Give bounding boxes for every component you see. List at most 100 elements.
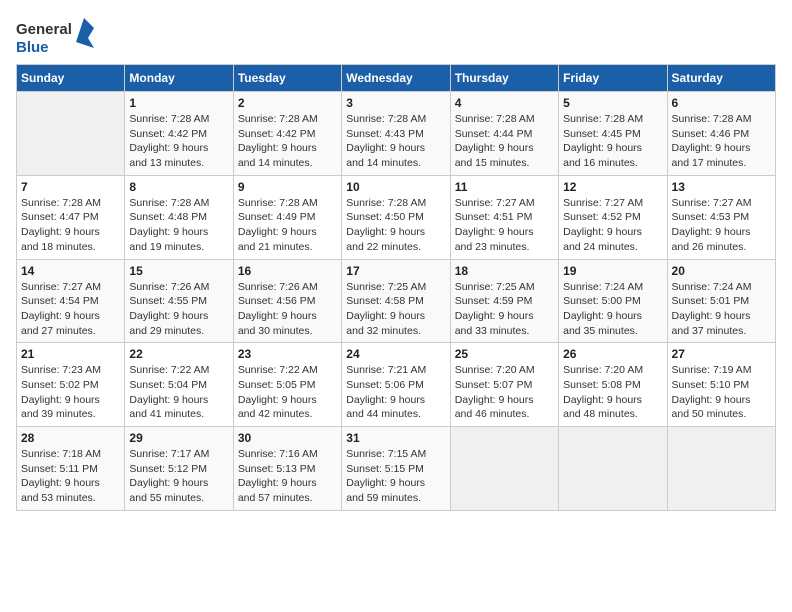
day-info: Sunrise: 7:28 AMSunset: 4:48 PMDaylight:… — [129, 196, 228, 255]
calendar-day — [450, 427, 558, 511]
day-number: 17 — [346, 264, 445, 278]
calendar-week-3: 14 Sunrise: 7:27 AMSunset: 4:54 PMDayligh… — [17, 259, 776, 343]
day-info: Sunrise: 7:28 AMSunset: 4:49 PMDaylight:… — [238, 196, 337, 255]
day-number: 16 — [238, 264, 337, 278]
logo: General Blue — [16, 16, 96, 56]
day-info: Sunrise: 7:20 AMSunset: 5:07 PMDaylight:… — [455, 363, 554, 422]
calendar-day — [667, 427, 775, 511]
header-saturday: Saturday — [667, 65, 775, 92]
svg-text:Blue: Blue — [16, 39, 49, 56]
calendar-day — [559, 427, 667, 511]
day-number: 26 — [563, 347, 662, 361]
day-info: Sunrise: 7:27 AMSunset: 4:51 PMDaylight:… — [455, 196, 554, 255]
day-info: Sunrise: 7:21 AMSunset: 5:06 PMDaylight:… — [346, 363, 445, 422]
header-tuesday: Tuesday — [233, 65, 341, 92]
day-number: 21 — [21, 347, 120, 361]
day-number: 7 — [21, 180, 120, 194]
calendar-day: 25 Sunrise: 7:20 AMSunset: 5:07 PMDayligh… — [450, 343, 558, 427]
calendar-day: 27 Sunrise: 7:19 AMSunset: 5:10 PMDayligh… — [667, 343, 775, 427]
calendar-day: 18 Sunrise: 7:25 AMSunset: 4:59 PMDayligh… — [450, 259, 558, 343]
day-number: 23 — [238, 347, 337, 361]
calendar-day: 30Sunrise: 7:16 AMSunset: 5:13 PMDayligh… — [233, 427, 341, 511]
day-number: 25 — [455, 347, 554, 361]
calendar-day: 10Sunrise: 7:28 AMSunset: 4:50 PMDayligh… — [342, 175, 450, 259]
header-wednesday: Wednesday — [342, 65, 450, 92]
calendar-day: 29Sunrise: 7:17 AMSunset: 5:12 PMDayligh… — [125, 427, 233, 511]
day-number: 2 — [238, 96, 337, 110]
day-number: 11 — [455, 180, 554, 194]
day-info: Sunrise: 7:27 AMSunset: 4:53 PMDaylight:… — [672, 196, 771, 255]
calendar-week-5: 28Sunrise: 7:18 AMSunset: 5:11 PMDayligh… — [17, 427, 776, 511]
calendar-day: 20 Sunrise: 7:24 AMSunset: 5:01 PMDayligh… — [667, 259, 775, 343]
calendar-week-2: 7 Sunrise: 7:28 AMSunset: 4:47 PMDaylight… — [17, 175, 776, 259]
logo-svg: General Blue — [16, 16, 96, 56]
calendar-day: 7 Sunrise: 7:28 AMSunset: 4:47 PMDaylight… — [17, 175, 125, 259]
calendar-day: 9 Sunrise: 7:28 AMSunset: 4:49 PMDaylight… — [233, 175, 341, 259]
calendar-day: 15Sunrise: 7:26 AMSunset: 4:55 PMDayligh… — [125, 259, 233, 343]
day-number: 12 — [563, 180, 662, 194]
day-info: Sunrise: 7:24 AMSunset: 5:01 PMDaylight:… — [672, 280, 771, 339]
day-info: Sunrise: 7:27 AMSunset: 4:54 PMDaylight:… — [21, 280, 120, 339]
calendar-week-1: 1Sunrise: 7:28 AMSunset: 4:42 PMDaylight… — [17, 92, 776, 176]
day-info: Sunrise: 7:23 AMSunset: 5:02 PMDaylight:… — [21, 363, 120, 422]
day-number: 24 — [346, 347, 445, 361]
calendar-day: 24 Sunrise: 7:21 AMSunset: 5:06 PMDayligh… — [342, 343, 450, 427]
calendar-day: 2 Sunrise: 7:28 AMSunset: 4:42 PMDaylight… — [233, 92, 341, 176]
day-number: 27 — [672, 347, 771, 361]
day-number: 9 — [238, 180, 337, 194]
day-info: Sunrise: 7:27 AMSunset: 4:52 PMDaylight:… — [563, 196, 662, 255]
calendar-day: 12 Sunrise: 7:27 AMSunset: 4:52 PMDayligh… — [559, 175, 667, 259]
svg-text:General: General — [16, 21, 72, 38]
calendar-week-4: 21 Sunrise: 7:23 AMSunset: 5:02 PMDayligh… — [17, 343, 776, 427]
day-info: Sunrise: 7:22 AMSunset: 5:05 PMDaylight:… — [238, 363, 337, 422]
calendar-day: 23 Sunrise: 7:22 AMSunset: 5:05 PMDayligh… — [233, 343, 341, 427]
calendar-day: 19Sunrise: 7:24 AMSunset: 5:00 PMDayligh… — [559, 259, 667, 343]
day-number: 8 — [129, 180, 228, 194]
day-info: Sunrise: 7:28 AMSunset: 4:42 PMDaylight:… — [238, 112, 337, 171]
day-info: Sunrise: 7:28 AMSunset: 4:46 PMDaylight:… — [672, 112, 771, 171]
calendar-day — [17, 92, 125, 176]
day-info: Sunrise: 7:25 AMSunset: 4:58 PMDaylight:… — [346, 280, 445, 339]
calendar-header-row: SundayMondayTuesdayWednesdayThursdayFrid… — [17, 65, 776, 92]
header-monday: Monday — [125, 65, 233, 92]
day-info: Sunrise: 7:16 AMSunset: 5:13 PMDaylight:… — [238, 447, 337, 506]
calendar-day: 17 Sunrise: 7:25 AMSunset: 4:58 PMDayligh… — [342, 259, 450, 343]
calendar-table: SundayMondayTuesdayWednesdayThursdayFrid… — [16, 64, 776, 511]
calendar-day: 21 Sunrise: 7:23 AMSunset: 5:02 PMDayligh… — [17, 343, 125, 427]
calendar-day: 4Sunrise: 7:28 AMSunset: 4:44 PMDaylight… — [450, 92, 558, 176]
calendar-day: 16Sunrise: 7:26 AMSunset: 4:56 PMDayligh… — [233, 259, 341, 343]
day-number: 15 — [129, 264, 228, 278]
calendar-day: 5Sunrise: 7:28 AMSunset: 4:45 PMDaylight… — [559, 92, 667, 176]
day-number: 28 — [21, 431, 120, 445]
day-info: Sunrise: 7:25 AMSunset: 4:59 PMDaylight:… — [455, 280, 554, 339]
day-info: Sunrise: 7:28 AMSunset: 4:47 PMDaylight:… — [21, 196, 120, 255]
calendar-day: 11 Sunrise: 7:27 AMSunset: 4:51 PMDayligh… — [450, 175, 558, 259]
day-number: 18 — [455, 264, 554, 278]
calendar-day: 13 Sunrise: 7:27 AMSunset: 4:53 PMDayligh… — [667, 175, 775, 259]
day-number: 13 — [672, 180, 771, 194]
day-number: 29 — [129, 431, 228, 445]
calendar-day: 3 Sunrise: 7:28 AMSunset: 4:43 PMDaylight… — [342, 92, 450, 176]
day-number: 19 — [563, 264, 662, 278]
day-info: Sunrise: 7:28 AMSunset: 4:44 PMDaylight:… — [455, 112, 554, 171]
day-number: 10 — [346, 180, 445, 194]
calendar-day: 14 Sunrise: 7:27 AMSunset: 4:54 PMDayligh… — [17, 259, 125, 343]
calendar-day: 6Sunrise: 7:28 AMSunset: 4:46 PMDaylight… — [667, 92, 775, 176]
calendar-day: 22 Sunrise: 7:22 AMSunset: 5:04 PMDayligh… — [125, 343, 233, 427]
calendar-day: 1Sunrise: 7:28 AMSunset: 4:42 PMDaylight… — [125, 92, 233, 176]
day-number: 31 — [346, 431, 445, 445]
header-thursday: Thursday — [450, 65, 558, 92]
day-info: Sunrise: 7:28 AMSunset: 4:42 PMDaylight:… — [129, 112, 228, 171]
day-number: 22 — [129, 347, 228, 361]
calendar-day: 26 Sunrise: 7:20 AMSunset: 5:08 PMDayligh… — [559, 343, 667, 427]
day-info: Sunrise: 7:15 AMSunset: 5:15 PMDaylight:… — [346, 447, 445, 506]
calendar-day: 8 Sunrise: 7:28 AMSunset: 4:48 PMDaylight… — [125, 175, 233, 259]
day-number: 20 — [672, 264, 771, 278]
day-number: 3 — [346, 96, 445, 110]
day-info: Sunrise: 7:19 AMSunset: 5:10 PMDaylight:… — [672, 363, 771, 422]
calendar-day: 28Sunrise: 7:18 AMSunset: 5:11 PMDayligh… — [17, 427, 125, 511]
day-info: Sunrise: 7:22 AMSunset: 5:04 PMDaylight:… — [129, 363, 228, 422]
day-info: Sunrise: 7:28 AMSunset: 4:43 PMDaylight:… — [346, 112, 445, 171]
day-number: 14 — [21, 264, 120, 278]
day-info: Sunrise: 7:20 AMSunset: 5:08 PMDaylight:… — [563, 363, 662, 422]
